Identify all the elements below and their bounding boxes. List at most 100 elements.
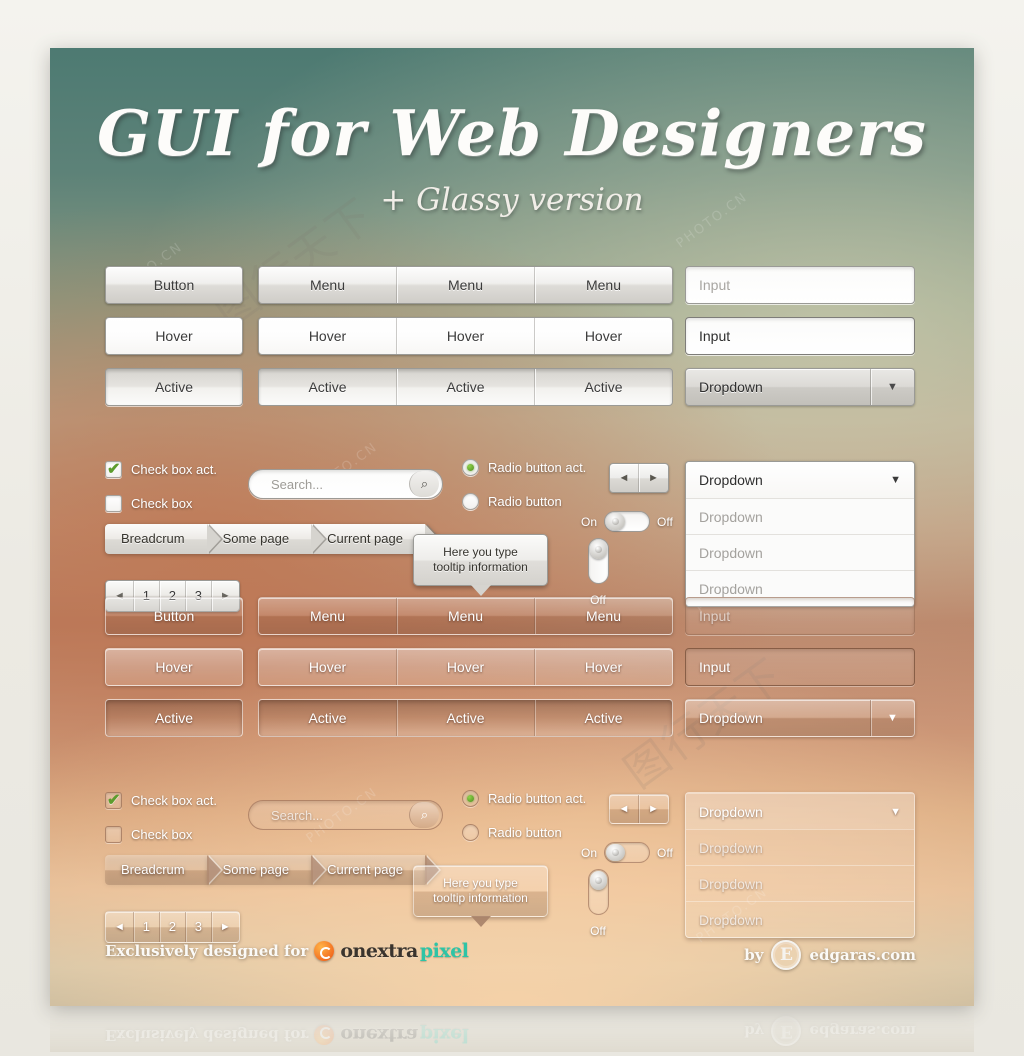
breadcrumb-item-current[interactable]: Current page — [311, 855, 441, 885]
menu-item-active[interactable]: Active — [535, 369, 672, 405]
tooltip: Here you type tooltip information — [413, 534, 548, 596]
breadcrumb-item-current[interactable]: Current page — [311, 524, 441, 554]
breadcrumb-item[interactable]: Breadcrum — [105, 855, 223, 885]
checkbox-checked-label: Check box act. — [131, 461, 217, 477]
menu-item[interactable]: Menu — [397, 267, 535, 303]
search-icon[interactable]: ⌕ — [409, 802, 439, 828]
reflection-brand-part2: pixel — [419, 1024, 469, 1046]
radio-unchecked-icon[interactable] — [462, 492, 479, 510]
toggle-switch-vertical[interactable] — [587, 538, 609, 584]
toggle-switch-horizontal[interactable] — [604, 511, 651, 532]
glassy-radio-checked-label: Radio button act. — [488, 790, 587, 806]
glassy-dropdown-closed[interactable]: Dropdown ▼ — [685, 699, 915, 737]
chevron-down-icon: ▼ — [870, 369, 914, 405]
search-icon[interactable]: ⌕ — [409, 471, 439, 497]
glassy-menu-item-hover[interactable]: Hover — [397, 649, 535, 685]
glassy-checkbox-unchecked-label: Check box — [131, 826, 193, 842]
menu-item[interactable]: Menu — [259, 267, 397, 303]
radio-checked-icon[interactable] — [462, 789, 479, 807]
pagination-page[interactable]: 2 — [160, 912, 186, 942]
checkbox-unchecked-icon[interactable] — [105, 494, 122, 512]
glassy-checkbox-checked-row[interactable]: Check box act. — [105, 787, 245, 813]
glassy-button-hover[interactable]: Hover — [105, 648, 243, 686]
menu-item-active[interactable]: Active — [259, 369, 397, 405]
glassy-input-placeholder[interactable]: Input — [685, 597, 915, 635]
radio-unchecked-icon[interactable] — [462, 823, 479, 841]
glassy-menu-item-active[interactable]: Active — [259, 700, 397, 736]
input-placeholder[interactable]: Input — [685, 266, 915, 304]
menu-item[interactable]: Menu — [535, 267, 672, 303]
menubar-hover: Hover Hover Hover — [258, 317, 673, 355]
button-hover[interactable]: Hover — [105, 317, 243, 355]
breadcrumb-item[interactable]: Breadcrum — [105, 524, 223, 554]
designed-for-label: Exclusively designed for — [105, 942, 309, 960]
checkbox-checked-icon[interactable] — [105, 459, 122, 479]
solid-menu-column: Menu Menu Menu Hover Hover Hover Active … — [258, 266, 673, 406]
menu-item-hover[interactable]: Hover — [397, 318, 535, 354]
glassy-radio-checked-row[interactable]: Radio button act. — [462, 785, 632, 811]
radio-unchecked-label: Radio button — [488, 493, 562, 509]
radio-checked-row[interactable]: Radio button act. — [462, 454, 632, 480]
glassy-dropdown-option[interactable]: Dropdown — [686, 865, 914, 901]
solid-input-column: Input Input Dropdown ▼ — [685, 266, 915, 406]
page-title: GUI for Web Designers — [97, 96, 927, 170]
checkbox-unchecked-row[interactable]: Check box — [105, 490, 245, 516]
pagination-page[interactable]: 1 — [134, 912, 160, 942]
glassy-button-active[interactable]: Active — [105, 699, 243, 737]
glassy-dropdown-option[interactable]: Dropdown — [686, 829, 914, 865]
toggle-knob — [606, 844, 626, 861]
edgaras-logo-icon: E — [771, 940, 802, 970]
page-subtitle: + Glassy version — [380, 182, 644, 218]
arrow-right-icon[interactable]: ► — [639, 795, 668, 823]
glassy-radio-group: Radio button act. Radio button — [462, 785, 632, 845]
tooltip-line-1: Here you type — [443, 876, 518, 890]
glassy-menu-item[interactable]: Menu — [535, 598, 672, 634]
button-active[interactable]: Active — [105, 368, 243, 406]
footer-credit: Exclusively designed for onextra pixel — [105, 940, 469, 962]
button-normal[interactable]: Button — [105, 266, 243, 304]
glassy-menu-item[interactable]: Menu — [397, 598, 535, 634]
checkbox-checked-row[interactable]: Check box act. — [105, 456, 245, 482]
glassy-search-field[interactable]: Search... ⌕ — [248, 800, 443, 830]
dropdown-open-head[interactable]: Dropdown ▼ — [686, 462, 914, 498]
radio-checked-icon[interactable] — [462, 458, 479, 476]
glassy-checkbox-group: Check box act. Check box — [105, 787, 245, 847]
glassy-menu-item[interactable]: Menu — [259, 598, 397, 634]
dropdown-option[interactable]: Dropdown — [686, 498, 914, 534]
glassy-menu-item-hover[interactable]: Hover — [535, 649, 672, 685]
glassy-search-input[interactable]: Search... — [271, 808, 409, 823]
author-site-label: edgaras.com — [809, 946, 916, 964]
checkbox-unchecked-label: Check box — [131, 495, 193, 511]
pagination-next-icon[interactable]: ► — [212, 912, 239, 942]
search-field[interactable]: Search... ⌕ — [248, 469, 443, 499]
arrow-left-icon[interactable]: ◄ — [610, 795, 639, 823]
glassy-checkbox-unchecked-row[interactable]: Check box — [105, 821, 245, 847]
menu-item-hover[interactable]: Hover — [535, 318, 672, 354]
glassy-toggle-switch-vertical[interactable] — [587, 869, 609, 915]
dropdown-option[interactable]: Dropdown — [686, 534, 914, 570]
pagination-page[interactable]: 3 — [186, 912, 212, 942]
pagination-prev-icon[interactable]: ◄ — [106, 912, 134, 942]
glassy-menu-item-hover[interactable]: Hover — [259, 649, 397, 685]
dropdown-open: Dropdown ▼ Dropdown Dropdown Dropdown — [685, 461, 915, 607]
menu-item-active[interactable]: Active — [397, 369, 535, 405]
checkbox-checked-icon[interactable] — [105, 790, 122, 810]
glassy-toggle-switch-horizontal[interactable] — [604, 842, 651, 863]
input-filled[interactable]: Input — [685, 317, 915, 355]
glassy-menu-item-active[interactable]: Active — [535, 700, 672, 736]
dropdown-open-label: Dropdown — [699, 472, 763, 488]
toggle-knob-vertical — [589, 540, 607, 559]
glassy-dropdown-open-head[interactable]: Dropdown ▼ — [686, 793, 914, 829]
glassy-menubar-active: Active Active Active — [258, 699, 673, 737]
glassy-menu-item-active[interactable]: Active — [397, 700, 535, 736]
search-input[interactable]: Search... — [271, 477, 409, 492]
menu-item-hover[interactable]: Hover — [259, 318, 397, 354]
dropdown-closed[interactable]: Dropdown ▼ — [685, 368, 915, 406]
glassy-button-normal[interactable]: Button — [105, 597, 243, 635]
arrow-left-icon[interactable]: ◄ — [610, 464, 639, 492]
arrow-right-icon[interactable]: ► — [639, 464, 668, 492]
checkbox-unchecked-icon[interactable] — [105, 825, 122, 843]
reflection-credit: Exclusively designed for onextra pixel — [105, 1024, 469, 1046]
glassy-input-filled[interactable]: Input — [685, 648, 915, 686]
glassy-dropdown-option[interactable]: Dropdown — [686, 901, 914, 937]
